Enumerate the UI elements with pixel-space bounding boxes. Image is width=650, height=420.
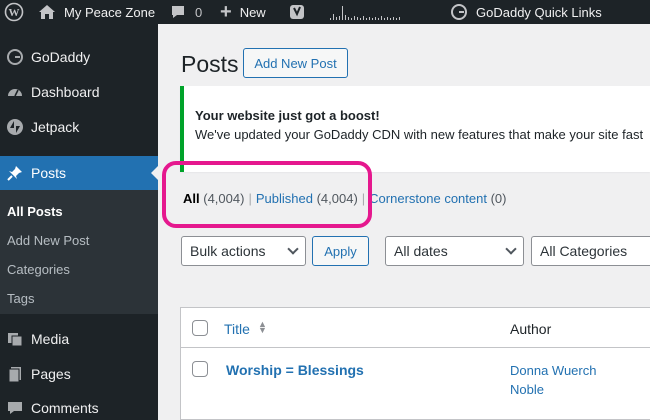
jetpack-icon	[5, 117, 25, 137]
comment-icon	[170, 4, 186, 20]
wordpress-logo-icon[interactable]: W	[4, 0, 24, 24]
submenu-categories[interactable]: Categories	[7, 262, 70, 277]
categories-filter-value: All Categories	[540, 243, 628, 259]
row-checkbox[interactable]	[192, 361, 208, 377]
bulk-actions-select[interactable]: Bulk actions	[181, 236, 306, 266]
column-title[interactable]: Title	[224, 321, 250, 337]
sidebar-item-label: Comments	[31, 400, 99, 416]
chevron-down-icon	[505, 243, 517, 255]
select-all-checkbox[interactable]	[192, 320, 208, 336]
pages-icon	[5, 364, 25, 384]
quick-links-menu[interactable]: GoDaddy Quick Links	[450, 0, 602, 24]
post-author-link[interactable]: Donna Wuerch Noble	[510, 361, 620, 399]
pin-icon	[5, 163, 25, 183]
notice-title: Your website just got a boost!	[195, 108, 380, 123]
sidebar-item-label: Dashboard	[31, 84, 100, 100]
submenu-all-posts[interactable]: All Posts	[7, 204, 63, 219]
page-title: Posts	[181, 51, 239, 77]
sidebar-item-godaddy[interactable]: GoDaddy	[0, 40, 158, 74]
dates-filter-select[interactable]: All dates	[385, 236, 524, 266]
sidebar-item-posts[interactable]: Posts	[0, 156, 159, 190]
column-author: Author	[510, 321, 552, 337]
home-icon	[38, 4, 56, 20]
sidebar-item-label: Pages	[31, 366, 71, 382]
yoast-icon[interactable]	[288, 0, 306, 24]
sidebar-item-jetpack[interactable]: Jetpack	[0, 110, 158, 144]
posts-table: Title ▲ ▼ Author Worship = Blessings Donn…	[180, 307, 650, 420]
comments-link[interactable]: 0	[170, 0, 202, 24]
table-header: Title ▲ ▼ Author	[181, 308, 650, 348]
new-label: New	[239, 4, 266, 20]
sidebar-item-dashboard[interactable]: Dashboard	[0, 75, 158, 109]
godaddy-icon	[450, 3, 468, 21]
boost-notice: Your website just got a boost! We've upd…	[180, 86, 650, 172]
notice-text: We've updated your GoDaddy CDN with new …	[195, 127, 644, 142]
post-title-link[interactable]: Worship = Blessings	[226, 362, 364, 378]
posts-submenu: All Posts Add New Post Categories Tags	[0, 190, 158, 314]
filter-cornerstone-count: (0)	[490, 191, 507, 206]
highlight-annotation	[162, 161, 372, 228]
quick-links-label: GoDaddy Quick Links	[476, 4, 602, 20]
site-home-link[interactable]: My Peace Zone	[38, 0, 155, 24]
plus-icon: +	[220, 0, 232, 23]
sidebar-item-pages[interactable]: Pages	[0, 357, 158, 391]
comments-count: 0	[195, 4, 203, 20]
admin-sidebar: GoDaddy Dashboard Jetpack Posts All Post…	[0, 24, 159, 420]
filter-cornerstone[interactable]: Cornerstone content	[369, 191, 487, 206]
sidebar-item-label: GoDaddy	[31, 49, 91, 65]
comment-icon	[5, 398, 25, 418]
sidebar-item-comments[interactable]: Comments	[0, 391, 158, 420]
categories-filter-select[interactable]: All Categories	[531, 236, 650, 266]
admin-bar: W My Peace Zone 0 + New GoDaddy Quick Li…	[0, 0, 650, 24]
godaddy-icon	[5, 47, 25, 67]
sidebar-item-media[interactable]: Media	[0, 322, 158, 356]
svg-text:W: W	[9, 7, 20, 19]
sidebar-item-label: Jetpack	[31, 119, 80, 135]
add-new-post-button[interactable]: Add New Post	[243, 48, 348, 78]
bulk-actions-value: Bulk actions	[190, 243, 266, 259]
chevron-down-icon	[287, 243, 299, 255]
media-icon	[5, 329, 25, 349]
site-name: My Peace Zone	[64, 4, 156, 20]
sidebar-item-label: Media	[31, 331, 70, 347]
dates-filter-value: All dates	[394, 243, 448, 259]
new-content-link[interactable]: + New	[220, 0, 266, 24]
submenu-add-new-post[interactable]: Add New Post	[7, 233, 89, 248]
sort-icon[interactable]: ▲ ▼	[258, 320, 267, 335]
sidebar-item-label: Posts	[31, 165, 67, 181]
stats-sparkline-icon[interactable]	[330, 0, 410, 24]
apply-button[interactable]: Apply	[312, 236, 369, 266]
submenu-tags[interactable]: Tags	[7, 291, 34, 306]
dashboard-icon	[5, 82, 25, 102]
